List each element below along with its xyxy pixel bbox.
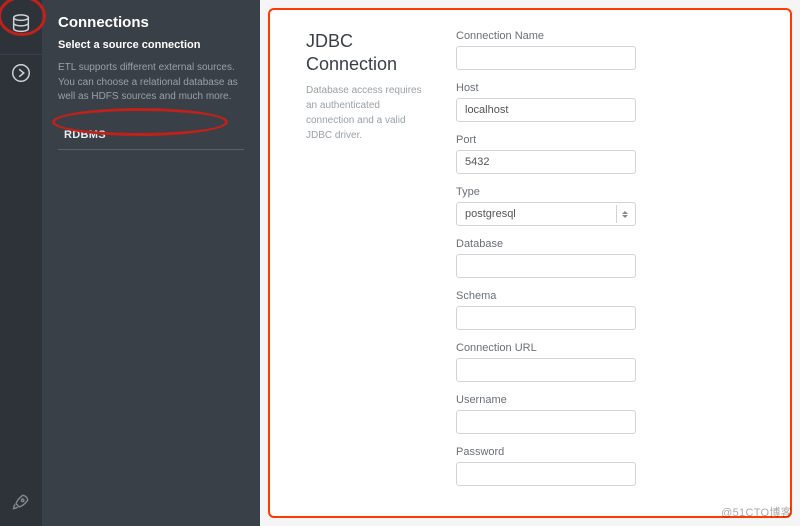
database-label: Database [456,238,656,250]
schema-input[interactable] [456,306,636,330]
nav-rail [0,0,42,526]
continue-icon[interactable] [3,55,39,91]
connection-name-label: Connection Name [456,30,656,42]
database-input[interactable] [456,254,636,278]
schema-label: Schema [456,290,656,302]
type-label: Type [456,186,656,198]
panel-heading-block: JDBC Connection Database access requires… [306,30,426,498]
app-root: Connections Select a source connection E… [0,0,800,526]
host-label: Host [456,82,656,94]
username-label: Username [456,394,656,406]
port-input[interactable] [456,150,636,174]
database-icon[interactable] [3,6,39,42]
sidebar-title: Connections [58,14,244,31]
sidebar-description: ETL supports different external sources.… [58,61,244,105]
sidebar: Connections Select a source connection E… [42,0,260,526]
port-label: Port [456,134,656,146]
sidebar-item-rdbms[interactable]: RDBMS [58,123,244,150]
sidebar-subtitle: Select a source connection [58,39,244,51]
panel-title: JDBC Connection [306,30,426,75]
main: JDBC Connection Database access requires… [260,0,800,526]
host-input[interactable] [456,98,636,122]
panel-description: Database access requires an authenticate… [306,83,426,143]
password-label: Password [456,446,656,458]
connection-name-input[interactable] [456,46,636,70]
connection-url-input[interactable] [456,358,636,382]
type-select[interactable] [456,202,636,226]
rocket-icon[interactable] [3,484,39,520]
connection-form: Connection Name Host Port Type [456,30,656,498]
password-input[interactable] [456,462,636,486]
connection-url-label: Connection URL [456,342,656,354]
username-input[interactable] [456,410,636,434]
connection-panel: JDBC Connection Database access requires… [268,8,792,518]
